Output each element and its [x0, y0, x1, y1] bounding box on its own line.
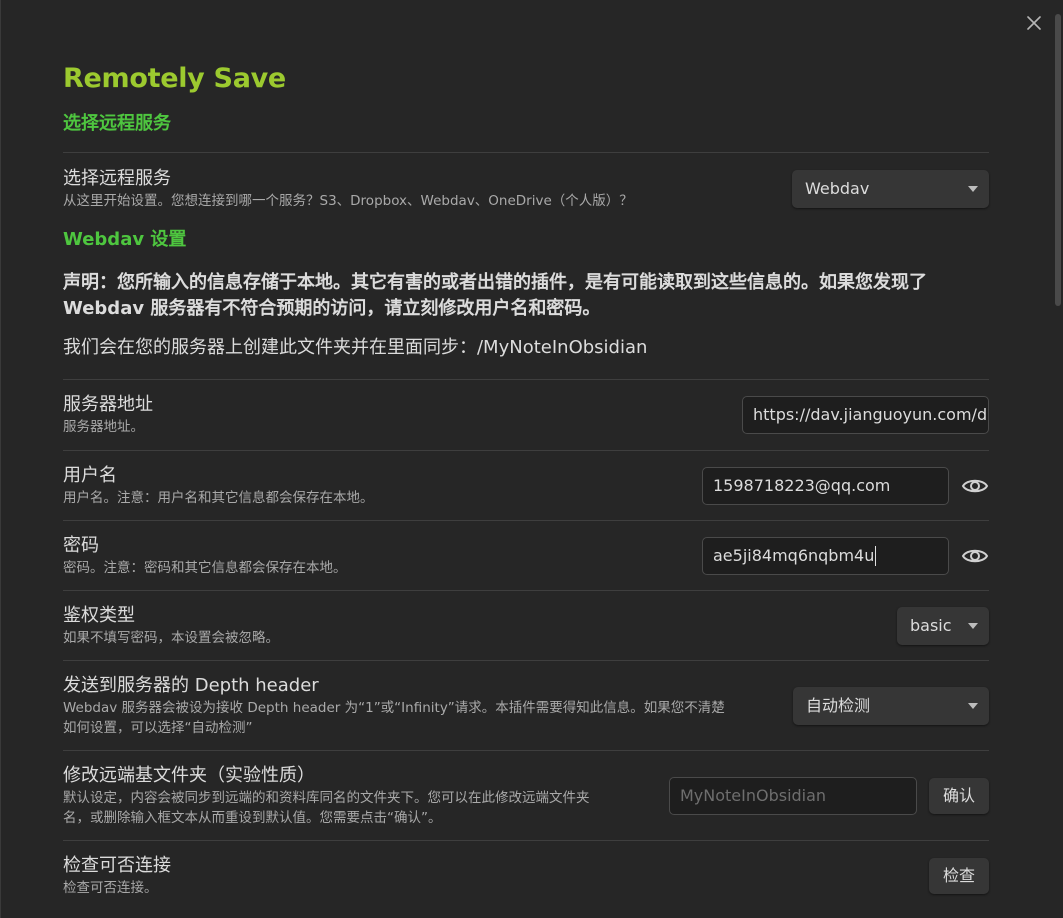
settings-modal: Remotely Save 选择远程服务 选择远程服务 从这里开始设置。您想连接… [0, 0, 1063, 918]
show-password-toggle[interactable] [961, 542, 989, 570]
setting-name: 检查可否连接 [63, 854, 171, 876]
notice-line: Webdav 服务器有不符合预期的访问，请立刻修改用户名和密码。 [63, 298, 601, 319]
setting-info: 修改远端基文件夹（实验性质） 默认设定，内容会被同步到远端的和资料库同名的文件夹… [63, 764, 669, 828]
close-icon [1027, 16, 1041, 30]
setting-name: 用户名 [63, 464, 117, 486]
notice-line: 声明：您所输入的信息存储于本地。其它有害的或者出错的插件，是有可能读取到这些信息… [63, 272, 927, 293]
section-heading-webdav: Webdav 设置 [63, 229, 187, 250]
setting-control: 1598718223@qq.com [702, 466, 989, 505]
password-value: ae5ji84mq6nqbm4u [713, 545, 875, 565]
setting-description: 密码。注意：密码和其它信息都会保存在本地。 [63, 559, 347, 576]
setting-name: 选择远程服务 [63, 167, 171, 189]
setting-description: 如果不填写密码，本设置会被忽略。 [63, 629, 279, 646]
setting-info: 密码 密码。注意：密码和其它信息都会保存在本地。 [63, 534, 702, 578]
text-caret [875, 546, 877, 566]
setting-description: 默认设定，内容会被同步到远端的和资料库同名的文件夹下。您可以在此修改远端文件夹 … [63, 788, 651, 828]
setting-info: 用户名 用户名。注意：用户名和其它信息都会保存在本地。 [63, 464, 702, 508]
remote-folder-info: 我们会在您的服务器上创建此文件夹并在里面同步：/MyNoteInObsidian [63, 337, 648, 358]
setting-server-address: 服务器地址 服务器地址。 https://dav.jianguoyun.com/… [63, 379, 989, 450]
settings-content: Remotely Save 选择远程服务 选择远程服务 从这里开始设置。您想连接… [63, 60, 989, 910]
setting-control: https://dav.jianguoyun.com/d [742, 396, 989, 434]
scrollbar-thumb[interactable] [1055, 14, 1061, 306]
auth-type-select[interactable]: basic [897, 606, 989, 645]
description-line: 名，或删除输入框文本从而重设到默认值。您需要点击“确认”。 [63, 809, 442, 826]
setting-choose-service: 选择远程服务 从这里开始设置。您想连接到哪一个服务？S3、Dropbox、Web… [63, 152, 989, 224]
setting-remote-base-dir: 修改远端基文件夹（实验性质） 默认设定，内容会被同步到远端的和资料库同名的文件夹… [63, 750, 989, 840]
chevron-down-icon [968, 622, 978, 629]
setting-info: 服务器地址 服务器地址。 [63, 393, 742, 437]
password-input[interactable]: ae5ji84mq6nqbm4u [702, 536, 949, 575]
remote-base-dir-input[interactable]: MyNoteInObsidian [668, 776, 917, 815]
scrollbar[interactable] [1053, 0, 1063, 918]
setting-description: 服务器地址。 [63, 419, 144, 435]
setting-name: 鉴权类型 [63, 604, 135, 626]
auth-type-select-value: basic [910, 615, 952, 635]
chevron-down-icon [968, 702, 978, 709]
setting-description: 从这里开始设置。您想连接到哪一个服务？S3、Dropbox、Webdav、One… [63, 192, 633, 209]
setting-name: 发送到服务器的 Depth header [63, 674, 319, 696]
service-select-value: Webdav [805, 178, 870, 198]
depth-header-select[interactable]: 自动检测 [793, 686, 989, 725]
chevron-down-icon [968, 185, 978, 192]
setting-password: 密码 密码。注意：密码和其它信息都会保存在本地。 ae5ji84mq6nqbm4… [63, 520, 989, 590]
setting-name: 修改远端基文件夹（实验性质） [63, 764, 315, 786]
setting-name: 服务器地址 [63, 394, 153, 415]
server-address-input[interactable]: https://dav.jianguoyun.com/d [742, 396, 989, 434]
eye-icon [961, 479, 989, 492]
setting-control: ae5ji84mq6nqbm4u [702, 536, 989, 575]
confirm-button[interactable]: 确认 [928, 777, 989, 814]
setting-name: 密码 [63, 534, 99, 556]
setting-username: 用户名 用户名。注意：用户名和其它信息都会保存在本地。 1598718223@q… [63, 450, 989, 520]
check-connection-button[interactable]: 检查 [928, 857, 989, 894]
setting-auth-type: 鉴权类型 如果不填写密码，本设置会被忽略。 basic [63, 590, 989, 660]
setting-control: MyNoteInObsidian 确认 [668, 776, 989, 815]
setting-control: 检查 [928, 857, 989, 894]
security-notice: 声明：您所输入的信息存储于本地。其它有害的或者出错的插件，是有可能读取到这些信息… [63, 270, 989, 322]
setting-info: 发送到服务器的 Depth header Webdav 服务器会被设为接收 De… [63, 674, 793, 738]
description-line: 默认设定，内容会被同步到远端的和资料库同名的文件夹下。您可以在此修改远端文件夹 [63, 789, 590, 806]
setting-control: 自动检测 [793, 686, 989, 725]
setting-info: 检查可否连接 检查可否连接。 [63, 854, 929, 898]
depth-header-select-value: 自动检测 [806, 695, 871, 715]
setting-info: 鉴权类型 如果不填写密码，本设置会被忽略。 [63, 604, 897, 648]
setting-description: 检查可否连接。 [63, 879, 158, 896]
description-line: 如何设置，可以选择“自动检测” [63, 719, 253, 736]
description-line: Webdav 服务器会被设为接收 Depth header 为“1”或“Infi… [63, 699, 725, 716]
show-username-toggle[interactable] [961, 472, 989, 500]
setting-info: 选择远程服务 从这里开始设置。您想连接到哪一个服务？S3、Dropbox、Web… [63, 167, 792, 211]
setting-description: Webdav 服务器会被设为接收 Depth header 为“1”或“Infi… [63, 698, 775, 738]
setting-control: basic [897, 606, 989, 645]
plugin-title: Remotely Save [63, 63, 286, 94]
close-button[interactable] [1023, 12, 1045, 34]
setting-depth-header: 发送到服务器的 Depth header Webdav 服务器会被设为接收 De… [63, 660, 989, 750]
service-select[interactable]: Webdav [792, 169, 989, 208]
setting-description: 用户名。注意：用户名和其它信息都会保存在本地。 [63, 489, 374, 506]
username-input[interactable]: 1598718223@qq.com [702, 466, 949, 505]
setting-check-connection: 检查可否连接 检查可否连接。 检查 [63, 840, 989, 910]
setting-control: Webdav [792, 169, 989, 208]
eye-icon [961, 549, 989, 562]
section-heading-remote: 选择远程服务 [63, 113, 171, 134]
